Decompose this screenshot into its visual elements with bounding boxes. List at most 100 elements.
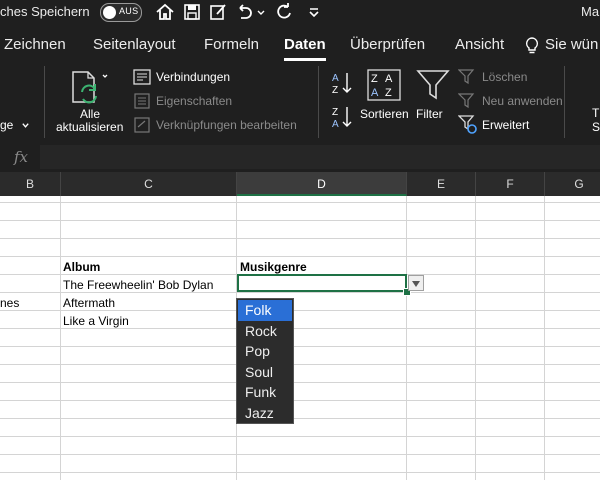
gridline [0, 346, 600, 347]
tab-ansicht[interactable]: Ansicht [455, 36, 504, 53]
formula-bar: fx [0, 145, 600, 169]
svg-text:A: A [385, 73, 393, 85]
sort-label[interactable]: Sortieren [360, 107, 409, 121]
edit-links-label: Verknüpfungen bearbeiten [156, 118, 297, 132]
clear-label: Löschen [482, 70, 528, 84]
gridline [0, 292, 600, 293]
tab-ueberpruefen[interactable]: Überprüfen [350, 36, 425, 53]
column-header-e[interactable]: E [407, 172, 476, 196]
gridline [0, 328, 600, 329]
dropdown-option-jazz[interactable]: Jazz [238, 403, 292, 424]
cell-c-album-1[interactable]: The Freewheelin' Bob Dylan [63, 278, 213, 292]
fx-icon[interactable]: fx [14, 148, 28, 166]
formula-input[interactable] [40, 145, 600, 169]
gridline [0, 400, 600, 401]
refresh-all-label-2[interactable]: aktualisieren [56, 120, 123, 134]
worksheet-grid[interactable]: Album Musikgenre The Freewheelin' Bob Dy… [0, 196, 600, 480]
dropdown-option-soul[interactable]: Soul [238, 362, 292, 383]
reapply-label: Neu anwenden [482, 94, 563, 108]
toggle-knob [103, 6, 116, 19]
tab-seitenlayout[interactable]: Seitenlayout [93, 36, 176, 53]
ribbon-tabs: Zeichnen Seitenlayout Formeln Daten Über… [0, 30, 600, 61]
cell-b-artist-2[interactable]: nes [0, 296, 19, 310]
gridline [0, 454, 600, 455]
properties-label: Eigenschaften [156, 94, 233, 108]
ribbon-right-cut-2[interactable]: S [592, 120, 600, 134]
column-header-b[interactable]: B [0, 172, 61, 196]
autosave-toggle[interactable]: AUS [100, 3, 142, 22]
undo-icon[interactable] [234, 2, 254, 22]
tab-formeln[interactable]: Formeln [204, 36, 259, 53]
refresh-all-icon[interactable] [70, 70, 108, 106]
gridline [0, 382, 600, 383]
save-icon[interactable] [182, 2, 202, 22]
sort-descending-icon[interactable]: Z A [331, 104, 353, 130]
undo-dropdown-chevron-icon[interactable] [256, 8, 266, 18]
edit-icon[interactable] [208, 2, 228, 22]
ribbon-left-cut-label[interactable]: ge [0, 118, 13, 132]
title-bar: ches Speichern AUS Ma [0, 0, 600, 24]
column-header-f[interactable]: F [476, 172, 545, 196]
svg-text:Z: Z [385, 87, 392, 99]
cell-c-album-2[interactable]: Aftermath [63, 296, 115, 310]
dropdown-option-pop[interactable]: Pop [238, 341, 292, 362]
gridline [0, 436, 600, 437]
sort-ascending-icon[interactable]: A Z [331, 70, 353, 96]
svg-text:A: A [332, 119, 339, 130]
svg-text:A: A [332, 73, 339, 84]
filter-funnel-icon[interactable] [416, 68, 450, 102]
ribbon-separator [564, 66, 565, 138]
document-title: Ma [581, 4, 600, 19]
gridline [0, 238, 600, 239]
active-cell-d[interactable] [237, 274, 407, 292]
cell-c-album-3[interactable]: Like a Virgin [63, 314, 129, 328]
svg-text:Z: Z [332, 85, 338, 96]
dropdown-option-funk[interactable]: Funk [238, 382, 292, 403]
ribbon-right-cut-1[interactable]: T [592, 106, 599, 120]
chevron-down-icon[interactable] [21, 121, 30, 130]
edit-links-icon [134, 117, 150, 133]
gridline [0, 220, 600, 221]
autosave-label: ches Speichern [0, 4, 90, 19]
column-headers: B C D E F G [0, 172, 600, 197]
customize-toolbar-icon[interactable] [304, 2, 324, 22]
advanced-filter-icon[interactable] [458, 115, 478, 135]
data-validation-dropdown-button[interactable] [408, 275, 424, 291]
sort-dialog-icon[interactable]: Z A A Z [367, 69, 401, 101]
active-tab-underline [284, 58, 326, 61]
tell-me-search[interactable]: Sie wün [545, 36, 598, 53]
ribbon-separator [318, 66, 319, 138]
gridline [0, 418, 600, 419]
properties-icon [134, 93, 150, 109]
dropdown-option-rock[interactable]: Rock [238, 321, 292, 342]
lightbulb-icon[interactable] [524, 37, 540, 55]
tab-zeichnen[interactable]: Zeichnen [4, 36, 66, 53]
genre-dropdown-list: Folk Rock Pop Soul Funk Jazz [236, 298, 294, 424]
svg-text:Z: Z [371, 73, 378, 85]
gridline [0, 364, 600, 365]
gridline [0, 472, 600, 473]
dropdown-arrow-icon [412, 281, 420, 287]
connections-icon[interactable] [133, 69, 151, 85]
cell-d-header-genre[interactable]: Musikgenre [240, 260, 307, 274]
toggle-label: AUS [119, 6, 139, 16]
filter-label[interactable]: Filter [416, 107, 443, 121]
column-header-d[interactable]: D [237, 172, 407, 196]
reapply-filter-icon [458, 93, 475, 109]
svg-text:Z: Z [332, 107, 338, 118]
column-header-g[interactable]: G [545, 172, 600, 196]
advanced-label[interactable]: Erweitert [482, 118, 529, 132]
gridline [0, 202, 600, 203]
cell-c-header-album[interactable]: Album [63, 260, 100, 274]
connections-label[interactable]: Verbindungen [156, 70, 230, 84]
refresh-all-label-1[interactable]: Alle [80, 107, 100, 121]
svg-text:A: A [371, 87, 379, 99]
ribbon-separator [44, 66, 45, 138]
redo-icon[interactable] [274, 2, 294, 22]
home-icon[interactable] [155, 2, 175, 22]
gridline [0, 256, 600, 257]
column-header-c[interactable]: C [61, 172, 237, 196]
dropdown-option-folk[interactable]: Folk [238, 300, 292, 321]
tab-daten[interactable]: Daten [284, 36, 326, 53]
gridline [0, 310, 600, 311]
